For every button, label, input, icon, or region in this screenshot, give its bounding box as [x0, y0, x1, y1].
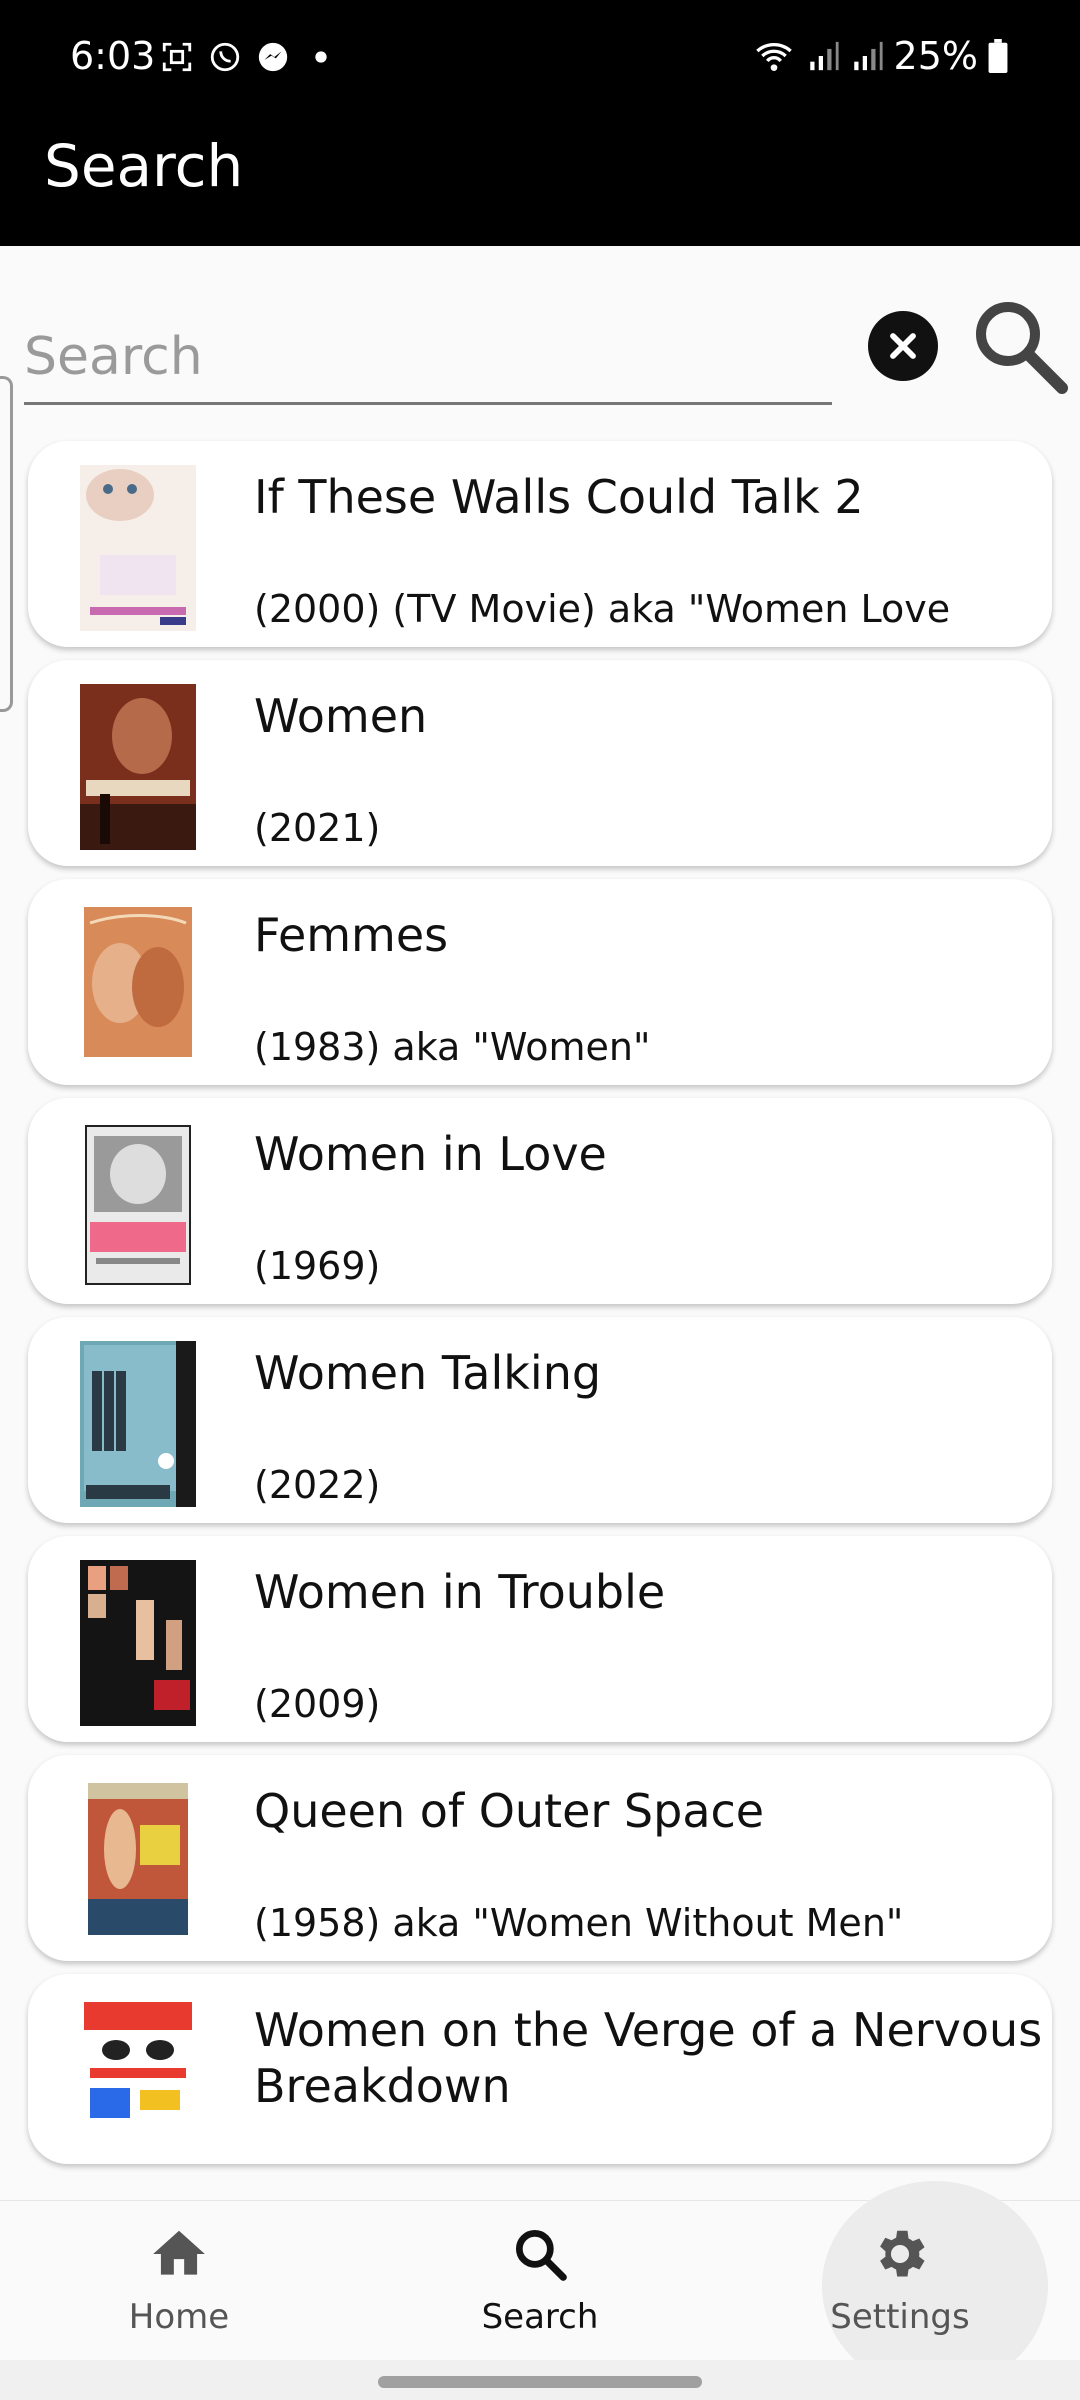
system-icons: 25% — [752, 34, 1008, 78]
notification-icons — [160, 40, 338, 74]
search-icon — [515, 2229, 567, 2281]
close-icon — [890, 333, 916, 359]
poster-image — [80, 903, 196, 1069]
list-item[interactable]: Women (2021) — [28, 660, 1052, 866]
result-subtitle: (1969) — [254, 1244, 381, 1288]
list-item[interactable]: Women in Love (1969) — [28, 1098, 1052, 1304]
result-title: If These Walls Could Talk 2 — [254, 470, 864, 524]
nav-home-label: Home — [128, 2297, 230, 2337]
nav-search[interactable]: Search — [440, 2223, 640, 2353]
result-title: Women Talking — [254, 1346, 602, 1400]
bottom-navigation: Home Search Settings — [0, 2181, 1080, 2391]
result-subtitle: (2022) — [254, 1463, 381, 1507]
result-title: Women in Trouble — [254, 1565, 666, 1619]
search-input[interactable] — [24, 312, 832, 405]
signal-icon-2 — [853, 41, 883, 71]
list-item[interactable]: If These Walls Could Talk 2 (2000) (TV M… — [28, 441, 1052, 647]
poster-image — [80, 1998, 196, 2164]
result-subtitle: (1958) aka "Women Without Men" — [254, 1901, 904, 1945]
result-title: Women in Love — [254, 1127, 607, 1181]
list-item[interactable]: Femmes (1983) aka "Women" — [28, 879, 1052, 1085]
poster-image — [80, 1560, 196, 1726]
dot-icon — [315, 51, 327, 63]
result-subtitle: (2009) — [254, 1682, 381, 1726]
list-item[interactable]: Women Talking (2022) — [28, 1317, 1052, 1523]
result-subtitle: (2000) (TV Movie) aka "Women Love — [254, 587, 951, 631]
poster-image — [80, 1341, 196, 1507]
list-item[interactable]: Queen of Outer Space (1958) aka "Women W… — [28, 1755, 1052, 1961]
result-title: Femmes — [254, 908, 449, 962]
poster-image — [80, 465, 196, 631]
screenshot-icon — [162, 42, 192, 72]
search-button[interactable] — [970, 296, 1070, 396]
search-content[interactable]: If These Walls Could Talk 2 (2000) (TV M… — [0, 246, 1080, 2200]
signal-icon — [809, 41, 839, 71]
clear-search-button[interactable] — [868, 311, 938, 381]
result-subtitle: (1983) aka "Women" — [254, 1025, 651, 1069]
status-bar: 6:03 25% — [0, 0, 1080, 120]
nav-search-label: Search — [481, 2297, 599, 2337]
home-icon — [153, 2230, 205, 2275]
poster-image — [80, 1779, 196, 1945]
nav-settings-label: Settings — [830, 2297, 970, 2337]
result-title: Queen of Outer Space — [254, 1784, 765, 1838]
list-item[interactable]: Women in Trouble (2009) — [28, 1536, 1052, 1742]
search-icon — [976, 302, 1068, 394]
poster-image — [80, 684, 196, 850]
status-time: 6:03 — [70, 34, 156, 78]
side-handle[interactable] — [0, 376, 13, 712]
nav-settings[interactable]: Settings — [800, 2223, 1000, 2353]
poster-image — [80, 1122, 196, 1288]
nav-home[interactable]: Home — [79, 2223, 279, 2353]
battery-percent: 25% — [893, 34, 978, 78]
result-title: Women — [254, 689, 428, 743]
battery-icon — [988, 39, 1008, 73]
whatsapp-icon — [210, 42, 240, 72]
gesture-handle[interactable] — [378, 2376, 702, 2388]
messenger-icon — [258, 42, 288, 72]
page-title: Search — [44, 132, 244, 200]
gear-icon — [880, 2230, 925, 2277]
result-subtitle: (2021) — [254, 806, 381, 850]
list-item[interactable]: Women on the Verge of a Nervous Breakdow… — [28, 1974, 1052, 2164]
wifi-icon — [755, 43, 792, 71]
result-title: Women on the Verge of a Nervous Breakdow… — [254, 2003, 1043, 2113]
